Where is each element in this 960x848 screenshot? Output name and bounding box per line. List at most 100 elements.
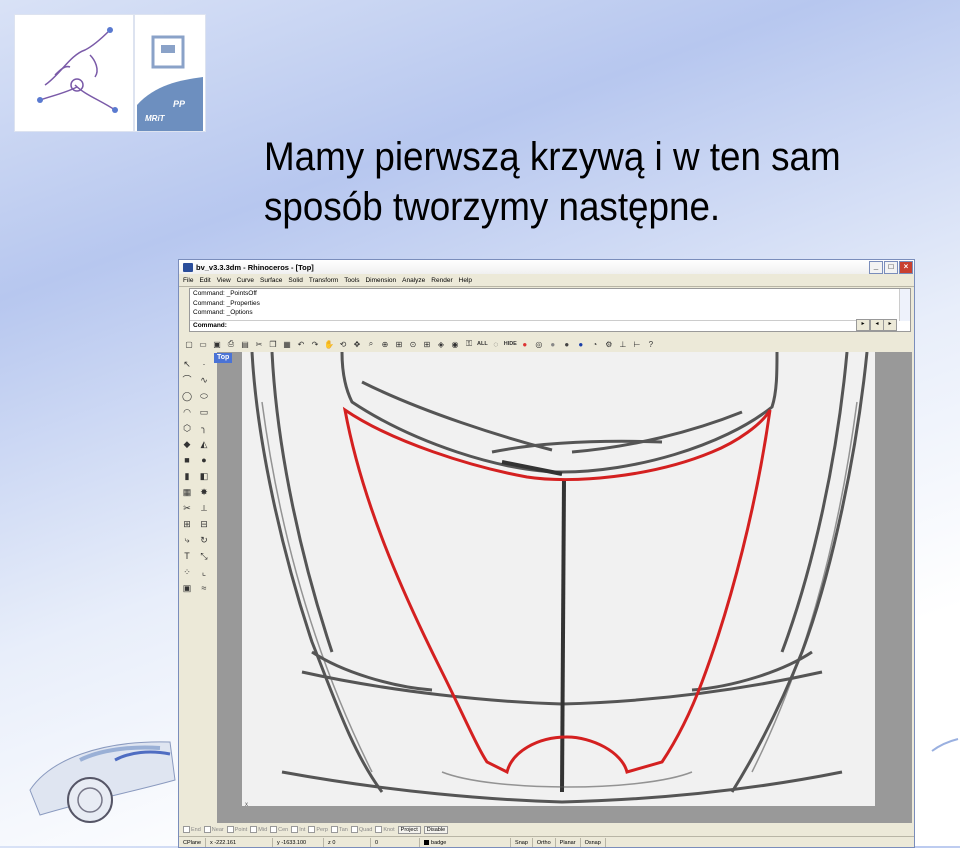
dimension-tool-icon[interactable]: ⤡	[198, 550, 210, 562]
select-arrow-icon[interactable]: ↖	[181, 358, 193, 370]
polygon-icon[interactable]: ⬡	[181, 422, 193, 434]
scroll-arrow-icon[interactable]: ▸	[856, 319, 870, 331]
viewport-tab-top[interactable]: Top	[214, 353, 233, 363]
top-viewport[interactable]: y x	[242, 352, 875, 806]
menu-transform[interactable]: Transform	[309, 277, 338, 284]
text-icon[interactable]: T	[181, 550, 193, 562]
grid-icon[interactable]: ⊞	[421, 338, 433, 350]
render-color-icon[interactable]: ●	[519, 338, 531, 350]
rendered-icon[interactable]: ●	[561, 338, 573, 350]
command-scrollbar[interactable]	[899, 289, 910, 321]
point-icon[interactable]: ·	[198, 358, 210, 370]
layer-icon[interactable]: ◈	[435, 338, 447, 350]
menu-view[interactable]: View	[217, 277, 231, 284]
properties-icon[interactable]: ▤	[239, 338, 251, 350]
osnap-knot[interactable]: Knot	[375, 826, 395, 833]
lock-icon[interactable]: ⚿	[463, 338, 475, 350]
osnap-near[interactable]: Near	[203, 826, 224, 833]
arc-icon[interactable]: ◠	[181, 406, 193, 418]
move-icon[interactable]: ✥	[351, 338, 363, 350]
menu-analyze[interactable]: Analyze	[402, 277, 425, 284]
osnap-cen[interactable]: Cen	[270, 826, 288, 833]
menu-render[interactable]: Render	[431, 277, 452, 284]
pan-icon[interactable]: ✋	[323, 338, 335, 350]
zoom-extents-icon[interactable]: ⊞	[393, 338, 405, 350]
environment-icon[interactable]: ◔	[589, 338, 601, 350]
menu-edit[interactable]: Edit	[199, 277, 210, 284]
dimension-icon[interactable]: ⊥	[617, 338, 629, 350]
menu-surface[interactable]: Surface	[260, 277, 282, 284]
loft-icon[interactable]: ◭	[198, 438, 210, 450]
osnap-int[interactable]: Int	[291, 826, 305, 833]
save-icon[interactable]: ▣	[211, 338, 223, 350]
current-layer[interactable]: badge	[420, 837, 512, 847]
planar-toggle[interactable]: Planar	[556, 837, 581, 847]
analyze-icon[interactable]: ⌞	[198, 566, 210, 578]
new-file-icon[interactable]: ▢	[183, 338, 195, 350]
settings-icon[interactable]: ⚙	[603, 338, 615, 350]
osnap-tan[interactable]: Tan	[330, 826, 348, 833]
osnap-perp[interactable]: Perp	[308, 826, 328, 833]
circle-icon[interactable]: ◯	[181, 390, 193, 402]
cut-icon[interactable]: ✂	[253, 338, 265, 350]
minimize-button[interactable]: _	[869, 260, 883, 274]
zoom-window-icon[interactable]: ⊕	[379, 338, 391, 350]
render-tool-icon[interactable]: ▣	[181, 582, 193, 594]
close-button[interactable]: ×	[899, 260, 913, 274]
command-prompt-input[interactable]: Command:	[190, 320, 863, 331]
object-props-icon[interactable]: ◉	[449, 338, 461, 350]
more-tools-icon[interactable]: ≈	[198, 582, 210, 594]
box-icon[interactable]: ■	[181, 454, 193, 466]
disable-button[interactable]: Disable	[423, 825, 449, 834]
ungroup-icon[interactable]: ⊟	[198, 518, 210, 530]
undo-icon[interactable]: ↶	[295, 338, 307, 350]
group-icon[interactable]: ⊞	[181, 518, 193, 530]
print-icon[interactable]: ⎙	[225, 338, 237, 350]
maximize-button[interactable]: □	[884, 260, 898, 274]
rotate-view-icon[interactable]: ⟲	[337, 338, 349, 350]
open-file-icon[interactable]: ▭	[197, 338, 209, 350]
snap-toggle[interactable]: Snap	[511, 837, 533, 847]
hide-button[interactable]: HIDE	[504, 341, 517, 347]
polyline-icon[interactable]: ⌒	[181, 374, 193, 386]
menu-solid[interactable]: Solid	[288, 277, 302, 284]
copy-icon[interactable]: ❐	[267, 338, 279, 350]
split-tool-icon[interactable]: ⟂	[198, 502, 210, 514]
cylinder-icon[interactable]: ▮	[181, 470, 193, 482]
menu-file[interactable]: File	[183, 277, 193, 284]
paste-icon[interactable]: ▦	[281, 338, 293, 350]
redo-icon[interactable]: ↷	[309, 338, 321, 350]
menu-curve[interactable]: Curve	[237, 277, 254, 284]
ortho-toggle[interactable]: Ortho	[533, 837, 556, 847]
osnap-mid[interactable]: Mid	[250, 826, 267, 833]
render-sphere-icon[interactable]: ●	[575, 338, 587, 350]
ellipse-icon[interactable]: ⬭	[198, 390, 210, 402]
explode-icon[interactable]: ✸	[198, 486, 210, 498]
boolean-icon[interactable]: ◧	[198, 470, 210, 482]
transform-icon[interactable]: ⤷	[181, 534, 193, 546]
points-on-icon[interactable]: ⁘	[181, 566, 193, 578]
rotate-icon[interactable]: ↻	[198, 534, 210, 546]
chevron-right-icon[interactable]: ▸	[883, 319, 897, 331]
split-icon[interactable]: ⊢	[631, 338, 643, 350]
help-icon[interactable]: ?	[645, 338, 657, 350]
menu-tools[interactable]: Tools	[344, 277, 359, 284]
rectangle-icon[interactable]: ▭	[198, 406, 210, 418]
trim-icon[interactable]: ✂	[181, 502, 193, 514]
shaded-icon[interactable]: ●	[547, 338, 559, 350]
sphere-icon[interactable]: ●	[198, 454, 210, 466]
osnap-point[interactable]: Point	[226, 826, 247, 833]
osnap-end[interactable]: End	[183, 826, 201, 833]
project-button[interactable]: Project	[397, 825, 421, 834]
chevron-left-icon[interactable]: ◂	[870, 319, 884, 331]
surface-icon[interactable]: ◆	[181, 438, 193, 450]
menu-help[interactable]: Help	[459, 277, 472, 284]
show-all-button[interactable]: ALL	[477, 341, 488, 347]
osnap-toggle[interactable]: Osnap	[581, 837, 606, 847]
hide-icon[interactable]: ◌	[490, 338, 502, 350]
fillet-icon[interactable]: ╮	[198, 422, 210, 434]
mesh-icon[interactable]: ▦	[181, 486, 193, 498]
menu-dimension[interactable]: Dimension	[365, 277, 396, 284]
zoom-icon[interactable]: ⌕	[365, 338, 377, 350]
zoom-selected-icon[interactable]: ⊙	[407, 338, 419, 350]
